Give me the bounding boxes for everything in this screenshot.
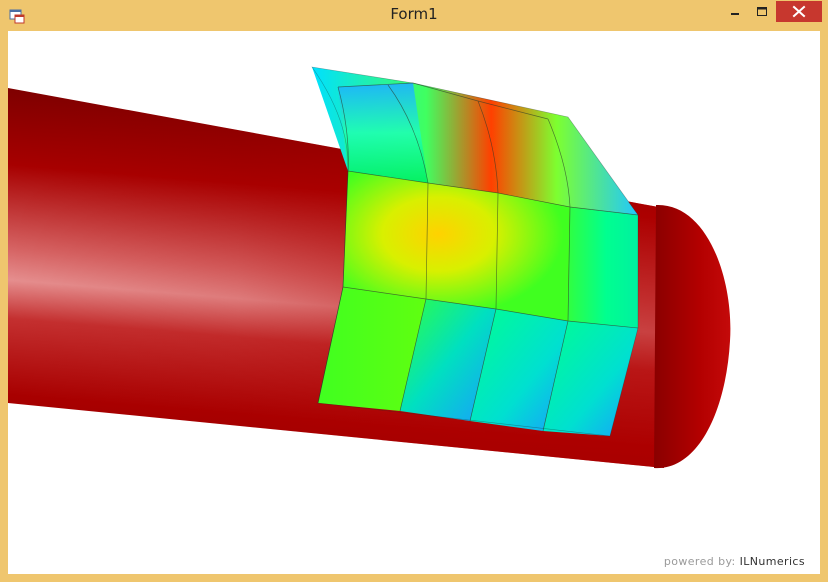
title-bar[interactable]: Form1 <box>0 0 828 31</box>
surface-plot[interactable] <box>311 66 639 437</box>
close-icon <box>792 5 806 18</box>
scene-3d[interactable] <box>8 31 820 574</box>
close-button[interactable] <box>776 1 822 22</box>
plot-canvas[interactable]: powered by: ILNumerics <box>8 31 820 574</box>
window-title: Form1 <box>390 5 438 23</box>
maximize-button[interactable] <box>748 1 775 22</box>
powered-by-watermark: powered by: ILNumerics <box>664 555 805 568</box>
powered-by-label: powered by: <box>663 555 736 568</box>
minimize-icon <box>731 13 739 15</box>
brand-name: ILNumerics <box>739 555 805 568</box>
maximize-icon <box>757 7 767 16</box>
app-window: Form1 powered by: ILNumerics <box>0 0 828 582</box>
minimize-button[interactable] <box>722 1 748 22</box>
